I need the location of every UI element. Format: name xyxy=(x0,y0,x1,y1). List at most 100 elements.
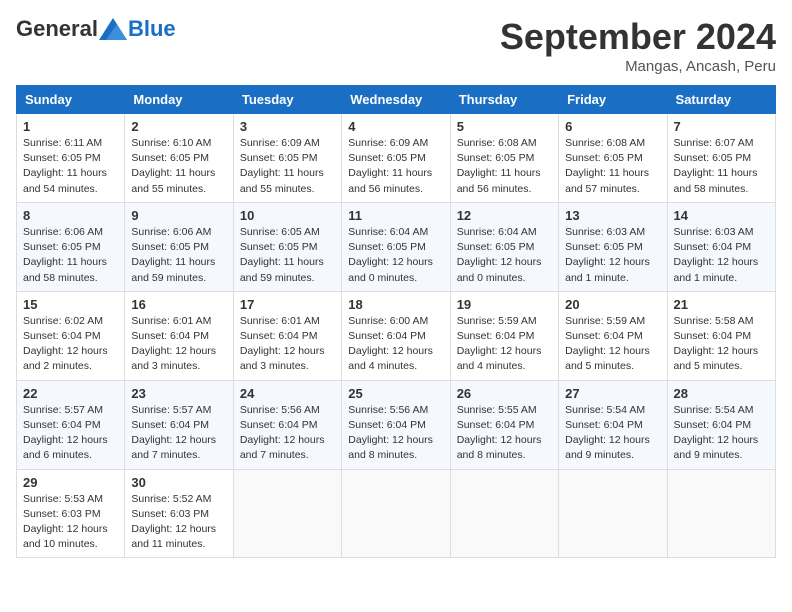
table-row: 21 Sunrise: 5:58 AM Sunset: 6:04 PM Dayl… xyxy=(667,291,775,380)
table-row: 4 Sunrise: 6:09 AM Sunset: 6:05 PM Dayli… xyxy=(342,114,450,203)
sunrise-value: 6:09 AM xyxy=(390,137,429,149)
sunset-value: 6:04 PM xyxy=(170,419,209,431)
sunrise-label: Sunrise: xyxy=(348,315,389,327)
sunrise-label: Sunrise: xyxy=(348,404,389,416)
col-wednesday: Wednesday xyxy=(342,86,450,114)
sunrise-value: 6:06 AM xyxy=(64,226,103,238)
daylight-label: Daylight: 12 hours and 4 minutes. xyxy=(457,345,542,372)
sunset-value: 6:04 PM xyxy=(495,419,534,431)
sunrise-label: Sunrise: xyxy=(674,315,715,327)
sunset-value: 6:05 PM xyxy=(604,241,643,253)
daylight-label: Daylight: 11 hours and 59 minutes. xyxy=(131,256,215,283)
sunrise-value: 6:02 AM xyxy=(64,315,103,327)
sunrise-value: 6:01 AM xyxy=(173,315,212,327)
sunrise-value: 6:09 AM xyxy=(281,137,320,149)
day-number: 14 xyxy=(674,208,769,223)
sunrise-value: 5:59 AM xyxy=(498,315,537,327)
day-info: Sunrise: 6:08 AM Sunset: 6:05 PM Dayligh… xyxy=(457,136,552,197)
sunset-label: Sunset: xyxy=(674,152,713,164)
sunset-label: Sunset: xyxy=(23,241,62,253)
page-header: General Blue September 2024 Mangas, Anca… xyxy=(16,16,776,75)
day-number: 28 xyxy=(674,386,769,401)
day-info: Sunrise: 6:01 AM Sunset: 6:04 PM Dayligh… xyxy=(131,314,226,375)
table-row: 13 Sunrise: 6:03 AM Sunset: 6:05 PM Dayl… xyxy=(559,202,667,291)
daylight-label: Daylight: 12 hours and 3 minutes. xyxy=(240,345,325,372)
sunset-label: Sunset: xyxy=(457,330,496,342)
sunrise-value: 5:54 AM xyxy=(607,404,646,416)
day-info: Sunrise: 5:52 AM Sunset: 6:03 PM Dayligh… xyxy=(131,492,226,553)
day-number: 2 xyxy=(131,119,226,134)
sunset-value: 6:05 PM xyxy=(62,152,101,164)
day-info: Sunrise: 6:09 AM Sunset: 6:05 PM Dayligh… xyxy=(240,136,335,197)
daylight-label: Daylight: 11 hours and 55 minutes. xyxy=(131,167,215,194)
sunset-value: 6:04 PM xyxy=(495,330,534,342)
calendar-table: Sunday Monday Tuesday Wednesday Thursday… xyxy=(16,85,776,558)
table-row: 11 Sunrise: 6:04 AM Sunset: 6:05 PM Dayl… xyxy=(342,202,450,291)
sunrise-value: 6:03 AM xyxy=(607,226,646,238)
sunrise-value: 6:00 AM xyxy=(390,315,429,327)
sunrise-value: 5:58 AM xyxy=(715,315,754,327)
sunset-label: Sunset: xyxy=(131,419,170,431)
sunset-value: 6:05 PM xyxy=(278,241,317,253)
day-number: 19 xyxy=(457,297,552,312)
sunrise-value: 5:57 AM xyxy=(64,404,103,416)
daylight-label: Daylight: 12 hours and 0 minutes. xyxy=(348,256,433,283)
logo-icon xyxy=(99,18,127,40)
sunset-label: Sunset: xyxy=(674,419,713,431)
sunrise-value: 5:52 AM xyxy=(173,493,212,505)
day-info: Sunrise: 6:08 AM Sunset: 6:05 PM Dayligh… xyxy=(565,136,660,197)
sunset-value: 6:04 PM xyxy=(62,419,101,431)
sunset-value: 6:04 PM xyxy=(278,419,317,431)
table-row: 2 Sunrise: 6:10 AM Sunset: 6:05 PM Dayli… xyxy=(125,114,233,203)
sunrise-value: 6:08 AM xyxy=(607,137,646,149)
sunset-label: Sunset: xyxy=(23,330,62,342)
table-row: 30 Sunrise: 5:52 AM Sunset: 6:03 PM Dayl… xyxy=(125,469,233,558)
day-info: Sunrise: 6:05 AM Sunset: 6:05 PM Dayligh… xyxy=(240,225,335,286)
day-number: 4 xyxy=(348,119,443,134)
sunset-label: Sunset: xyxy=(348,152,387,164)
sunset-label: Sunset: xyxy=(131,241,170,253)
sunrise-label: Sunrise: xyxy=(674,226,715,238)
day-number: 6 xyxy=(565,119,660,134)
daylight-label: Daylight: 12 hours and 4 minutes. xyxy=(348,345,433,372)
sunset-value: 6:05 PM xyxy=(387,152,426,164)
day-number: 3 xyxy=(240,119,335,134)
table-row: 16 Sunrise: 6:01 AM Sunset: 6:04 PM Dayl… xyxy=(125,291,233,380)
sunset-value: 6:03 PM xyxy=(170,508,209,520)
table-row: 17 Sunrise: 6:01 AM Sunset: 6:04 PM Dayl… xyxy=(233,291,341,380)
sunrise-label: Sunrise: xyxy=(240,315,281,327)
daylight-label: Daylight: 12 hours and 1 minute. xyxy=(565,256,650,283)
table-row: 18 Sunrise: 6:00 AM Sunset: 6:04 PM Dayl… xyxy=(342,291,450,380)
sunset-label: Sunset: xyxy=(457,152,496,164)
sunset-label: Sunset: xyxy=(131,330,170,342)
table-row: 8 Sunrise: 6:06 AM Sunset: 6:05 PM Dayli… xyxy=(17,202,125,291)
sunset-value: 6:04 PM xyxy=(604,419,643,431)
day-info: Sunrise: 6:09 AM Sunset: 6:05 PM Dayligh… xyxy=(348,136,443,197)
sunrise-label: Sunrise: xyxy=(131,404,172,416)
sunrise-label: Sunrise: xyxy=(23,315,64,327)
daylight-label: Daylight: 12 hours and 6 minutes. xyxy=(23,434,108,461)
day-info: Sunrise: 5:56 AM Sunset: 6:04 PM Dayligh… xyxy=(240,403,335,464)
table-row xyxy=(559,469,667,558)
calendar-week-row: 8 Sunrise: 6:06 AM Sunset: 6:05 PM Dayli… xyxy=(17,202,776,291)
daylight-label: Daylight: 12 hours and 7 minutes. xyxy=(131,434,216,461)
table-row: 25 Sunrise: 5:56 AM Sunset: 6:04 PM Dayl… xyxy=(342,380,450,469)
sunrise-label: Sunrise: xyxy=(23,493,64,505)
table-row: 6 Sunrise: 6:08 AM Sunset: 6:05 PM Dayli… xyxy=(559,114,667,203)
calendar-week-row: 29 Sunrise: 5:53 AM Sunset: 6:03 PM Dayl… xyxy=(17,469,776,558)
day-number: 24 xyxy=(240,386,335,401)
daylight-label: Daylight: 12 hours and 8 minutes. xyxy=(348,434,433,461)
sunrise-label: Sunrise: xyxy=(240,404,281,416)
sunset-label: Sunset: xyxy=(674,241,713,253)
table-row xyxy=(233,469,341,558)
day-info: Sunrise: 6:07 AM Sunset: 6:05 PM Dayligh… xyxy=(674,136,769,197)
day-info: Sunrise: 6:02 AM Sunset: 6:04 PM Dayligh… xyxy=(23,314,118,375)
table-row: 7 Sunrise: 6:07 AM Sunset: 6:05 PM Dayli… xyxy=(667,114,775,203)
daylight-label: Daylight: 12 hours and 1 minute. xyxy=(674,256,759,283)
table-row: 29 Sunrise: 5:53 AM Sunset: 6:03 PM Dayl… xyxy=(17,469,125,558)
day-info: Sunrise: 5:58 AM Sunset: 6:04 PM Dayligh… xyxy=(674,314,769,375)
sunrise-label: Sunrise: xyxy=(457,315,498,327)
daylight-label: Daylight: 12 hours and 9 minutes. xyxy=(674,434,759,461)
day-info: Sunrise: 5:57 AM Sunset: 6:04 PM Dayligh… xyxy=(23,403,118,464)
daylight-label: Daylight: 11 hours and 56 minutes. xyxy=(348,167,432,194)
